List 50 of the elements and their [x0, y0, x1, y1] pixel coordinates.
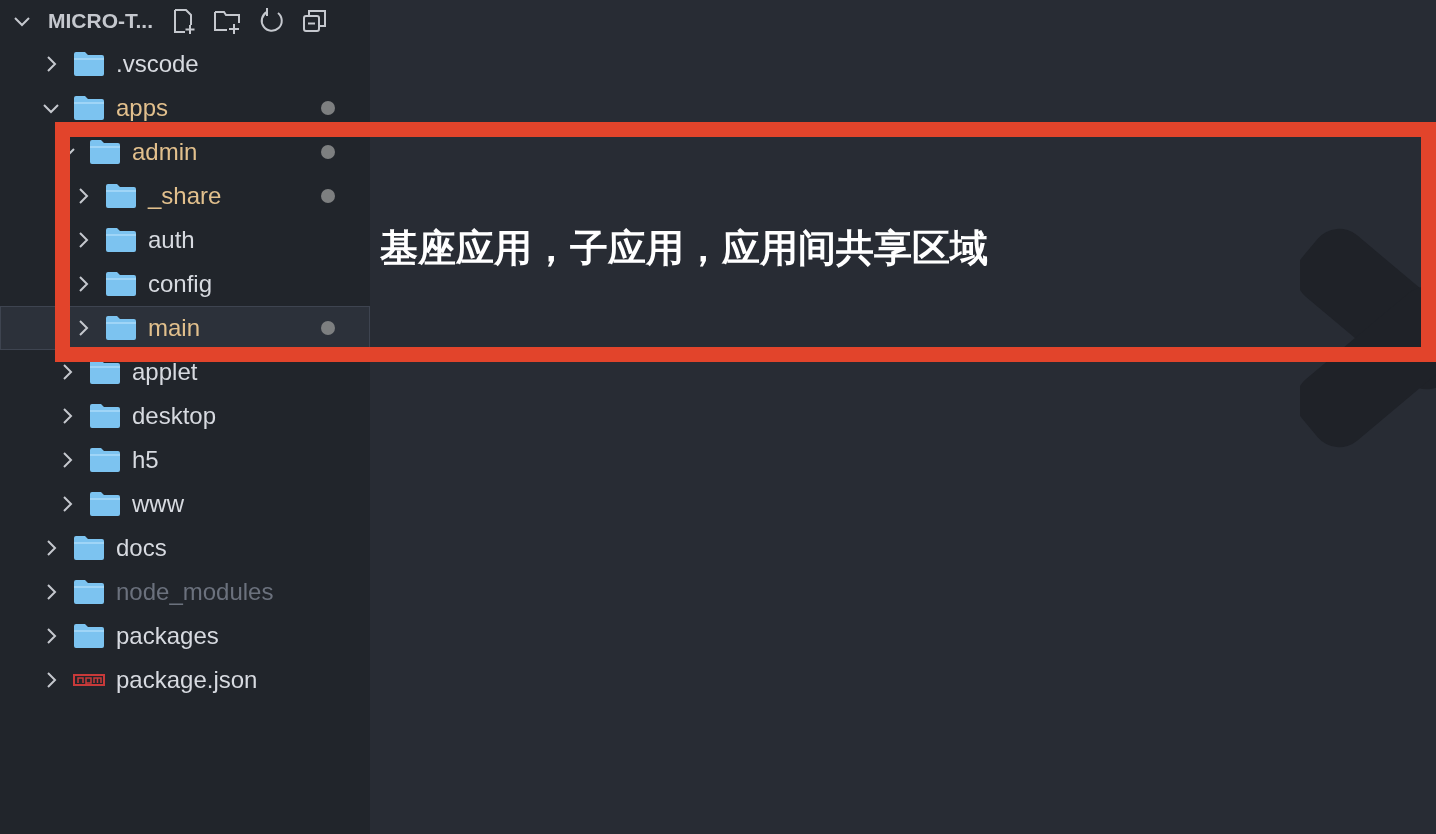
- folder-icon: [89, 491, 121, 517]
- item-name: docs: [116, 533, 167, 563]
- tree-row[interactable]: desktop: [0, 394, 370, 438]
- modified-dot-icon: [321, 101, 335, 115]
- workspace-title[interactable]: MICRO-T...: [48, 5, 153, 37]
- tree-row[interactable]: _share: [0, 174, 370, 218]
- item-name: _share: [148, 181, 222, 211]
- folder-icon: [89, 359, 121, 385]
- item-name: .vscode: [116, 49, 199, 79]
- tree-row[interactable]: main: [0, 306, 370, 350]
- folder-icon: [105, 271, 137, 297]
- item-name: desktop: [132, 401, 217, 431]
- item-name: applet: [132, 357, 198, 387]
- tree-row[interactable]: applet: [0, 350, 370, 394]
- annotation-text: 基座应用，子应用，应用间共享区域: [380, 226, 988, 271]
- folder-icon: [73, 623, 105, 649]
- tree-row[interactable]: admin: [0, 130, 370, 174]
- folder-icon: [73, 51, 105, 77]
- modified-dot-icon: [321, 145, 335, 159]
- item-name: h5: [132, 445, 159, 475]
- folder-icon: [73, 579, 105, 605]
- item-name: auth: [148, 225, 195, 255]
- collapse-all-icon[interactable]: [301, 7, 329, 35]
- item-name: admin: [132, 137, 198, 167]
- folder-icon: [73, 535, 105, 561]
- item-name: packages: [116, 621, 219, 651]
- tree-row[interactable]: auth: [0, 218, 370, 262]
- folder-icon: [89, 403, 121, 429]
- folder-icon: [73, 95, 105, 121]
- folder-icon: [105, 315, 137, 341]
- item-name: apps: [116, 93, 169, 123]
- folder-icon: [89, 139, 121, 165]
- item-name: node_modules: [116, 577, 274, 607]
- tree-row[interactable]: apps: [0, 86, 370, 130]
- folder-icon: [89, 447, 121, 473]
- item-name: package.json: [116, 665, 258, 695]
- tree-row[interactable]: config: [0, 262, 370, 306]
- tree-row[interactable]: .vscode: [0, 42, 370, 86]
- tree-row[interactable]: www: [0, 482, 370, 526]
- item-name: main: [148, 313, 201, 343]
- item-name: config: [148, 269, 213, 299]
- tree-row[interactable]: packages: [0, 614, 370, 658]
- tree-row[interactable]: package.json: [0, 658, 370, 702]
- modified-dot-icon: [321, 189, 335, 203]
- tree-row[interactable]: docs: [0, 526, 370, 570]
- tree-row[interactable]: h5: [0, 438, 370, 482]
- modified-dot-icon: [321, 321, 335, 335]
- folder-icon: [105, 227, 137, 253]
- folder-icon: [105, 183, 137, 209]
- item-name: www: [132, 489, 184, 519]
